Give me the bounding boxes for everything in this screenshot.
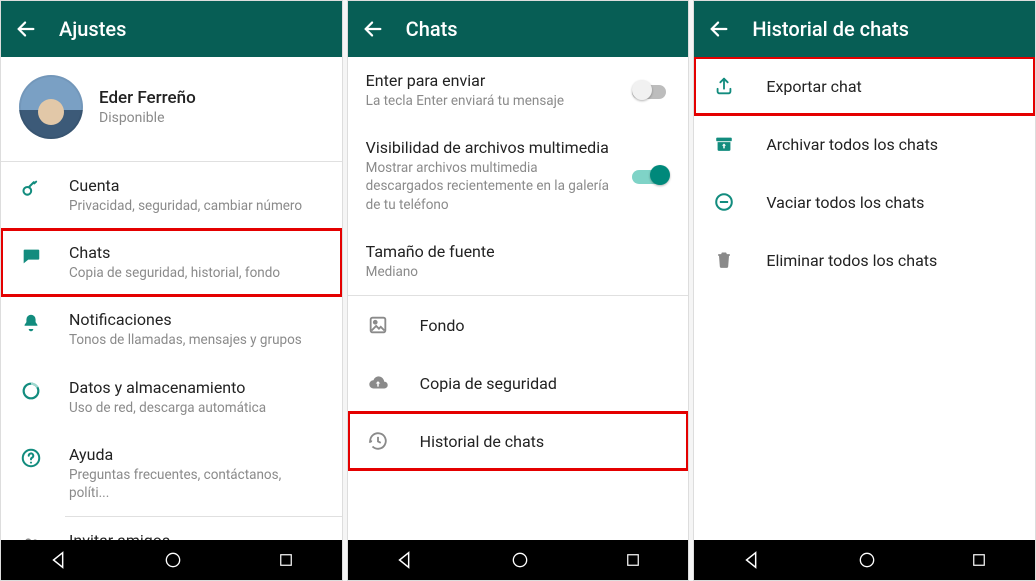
chat-icon <box>19 243 43 267</box>
cloud-upload-icon <box>366 372 390 394</box>
nav-back-icon[interactable] <box>394 549 416 571</box>
settings-item-chats[interactable]: Chats Copia de seguridad, historial, fon… <box>1 229 342 296</box>
archive-icon <box>712 133 736 155</box>
appbar-title: Ajustes <box>59 17 126 41</box>
export-icon <box>712 75 736 97</box>
settings-content: Eder Ferreño Disponible Cuenta Privacida… <box>1 57 342 540</box>
data-usage-icon <box>19 378 43 402</box>
settings-item-title: Ayuda <box>69 445 324 464</box>
history-item-clear[interactable]: Vaciar todos los chats <box>694 173 1035 231</box>
setting-chat-history[interactable]: Historial de chats <box>348 412 689 470</box>
setting-title: Visibilidad de archivos multimedia <box>366 138 619 157</box>
appbar: Ajustes <box>1 1 342 57</box>
setting-sub: Mediano <box>366 263 657 281</box>
settings-item-notifications[interactable]: Notificaciones Tonos de llamadas, mensaj… <box>1 296 342 363</box>
nav-home-icon[interactable] <box>857 550 877 570</box>
key-icon <box>19 176 43 200</box>
appbar-title: Historial de chats <box>752 17 909 41</box>
appbar: Historial de chats <box>694 1 1035 57</box>
nav-home-icon[interactable] <box>510 550 530 570</box>
nav-recents-icon[interactable] <box>970 551 988 569</box>
setting-sub: La tecla Enter enviará tu mensaje <box>366 92 619 110</box>
appbar-title: Chats <box>406 17 458 41</box>
bell-icon <box>19 310 43 334</box>
settings-item-help[interactable]: Ayuda Preguntas frecuentes, contáctanos,… <box>1 431 342 516</box>
settings-item-invite[interactable]: Invitar amigos <box>1 517 342 540</box>
back-arrow-icon[interactable] <box>15 18 37 40</box>
history-item-label: Vaciar todos los chats <box>766 193 924 212</box>
history-item-delete-all[interactable]: Eliminar todos los chats <box>694 231 1035 289</box>
settings-item-sub: Copia de seguridad, historial, fondo <box>69 264 324 282</box>
screen-chat-history: Historial de chats Exportar chat Archiva… <box>693 0 1036 581</box>
setting-label: Fondo <box>420 316 465 335</box>
settings-item-title: Cuenta <box>69 176 324 195</box>
avatar <box>19 75 83 139</box>
history-item-export[interactable]: Exportar chat <box>694 57 1035 115</box>
profile-status: Disponible <box>99 110 196 126</box>
setting-backup[interactable]: Copia de seguridad <box>348 354 689 412</box>
settings-item-title: Notificaciones <box>69 310 324 329</box>
nav-home-icon[interactable] <box>163 550 183 570</box>
trash-icon <box>712 249 736 271</box>
setting-title: Tamaño de fuente <box>366 242 657 261</box>
history-icon <box>366 430 390 452</box>
clear-icon <box>712 191 736 213</box>
setting-media-visibility[interactable]: Visibilidad de archivos multimedia Mostr… <box>348 124 689 228</box>
history-item-label: Eliminar todos los chats <box>766 251 937 270</box>
setting-enter-to-send[interactable]: Enter para enviar La tecla Enter enviará… <box>348 57 689 124</box>
appbar: Chats <box>348 1 689 57</box>
toggle-switch[interactable] <box>632 165 670 187</box>
wallpaper-icon <box>366 314 390 336</box>
settings-item-sub: Uso de red, descarga automática <box>69 399 324 417</box>
settings-item-sub: Tonos de llamadas, mensajes y grupos <box>69 331 324 349</box>
setting-label: Copia de seguridad <box>420 374 557 393</box>
nav-back-icon[interactable] <box>741 549 763 571</box>
settings-item-data[interactable]: Datos y almacenamiento Uso de red, desca… <box>1 364 342 431</box>
nav-recents-icon[interactable] <box>624 551 642 569</box>
nav-back-icon[interactable] <box>48 549 70 571</box>
profile-row[interactable]: Eder Ferreño Disponible <box>1 57 342 161</box>
toggle-switch[interactable] <box>632 80 670 102</box>
screen-ajustes: Ajustes Eder Ferreño Disponible Cuenta P… <box>0 0 343 581</box>
history-content: Exportar chat Archivar todos los chats V… <box>694 57 1035 540</box>
setting-label: Historial de chats <box>420 432 545 451</box>
setting-title: Enter para enviar <box>366 71 619 90</box>
nav-recents-icon[interactable] <box>277 551 295 569</box>
screen-chats: Chats Enter para enviar La tecla Enter e… <box>347 0 690 581</box>
settings-item-sub: Preguntas frecuentes, contáctanos, polít… <box>69 466 324 502</box>
android-navbar <box>694 540 1035 580</box>
history-item-label: Archivar todos los chats <box>766 135 938 154</box>
android-navbar <box>348 540 689 580</box>
setting-font-size[interactable]: Tamaño de fuente Mediano <box>348 228 689 295</box>
back-arrow-icon[interactable] <box>708 18 730 40</box>
history-item-label: Exportar chat <box>766 77 861 96</box>
settings-item-account[interactable]: Cuenta Privacidad, seguridad, cambiar nú… <box>1 162 342 229</box>
people-icon <box>19 531 43 540</box>
profile-name: Eder Ferreño <box>99 88 196 108</box>
settings-item-sub: Privacidad, seguridad, cambiar número <box>69 197 324 215</box>
chats-settings-content: Enter para enviar La tecla Enter enviará… <box>348 57 689 540</box>
setting-wallpaper[interactable]: Fondo <box>348 296 689 354</box>
setting-sub: Mostrar archivos multimedia descargados … <box>366 159 619 214</box>
android-navbar <box>1 540 342 580</box>
settings-item-title: Datos y almacenamiento <box>69 378 324 397</box>
settings-item-title: Chats <box>69 243 324 262</box>
help-icon <box>19 445 43 469</box>
settings-item-title: Invitar amigos <box>69 531 324 540</box>
back-arrow-icon[interactable] <box>362 18 384 40</box>
history-item-archive[interactable]: Archivar todos los chats <box>694 115 1035 173</box>
